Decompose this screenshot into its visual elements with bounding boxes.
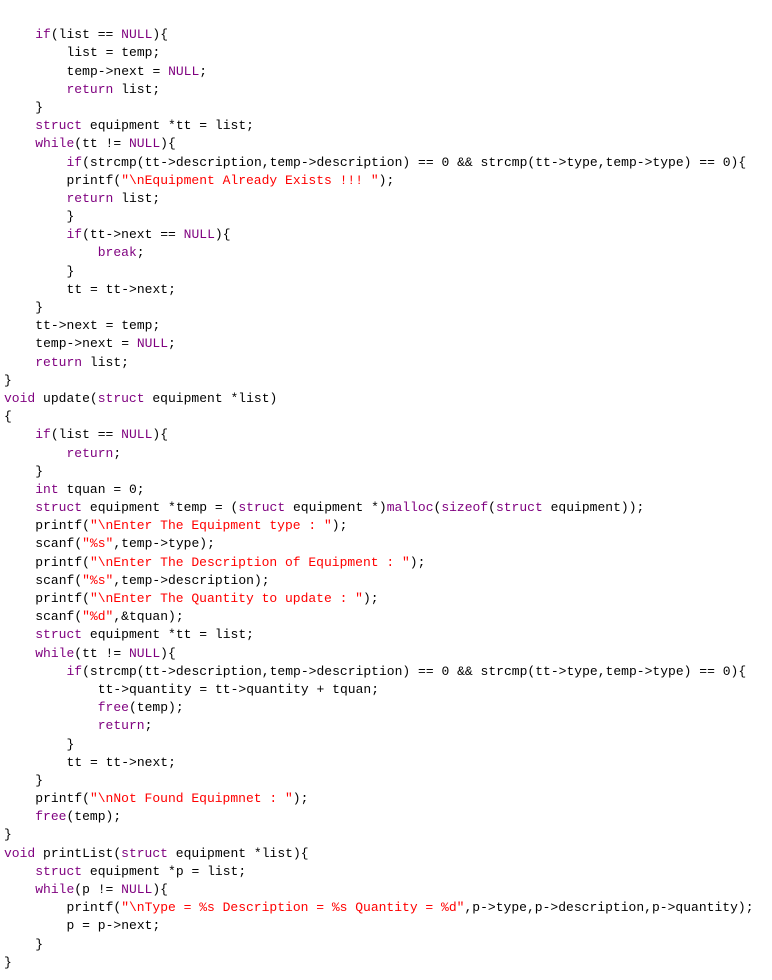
code-line: printf("\nEquipment Already Exists !!! "… xyxy=(4,172,768,190)
code-line: free(temp); xyxy=(4,699,768,717)
code-line: p = p->next; xyxy=(4,917,768,935)
code-line: } xyxy=(4,954,768,972)
code-line: return; xyxy=(4,717,768,735)
code-line: void update(struct equipment *list) xyxy=(4,390,768,408)
code-line: if(tt->next == NULL){ xyxy=(4,226,768,244)
code-line: int tquan = 0; xyxy=(4,481,768,499)
code-line: } xyxy=(4,936,768,954)
code-line: printf("\nNot Found Equipmnet : "); xyxy=(4,790,768,808)
code-line: struct equipment *p = list; xyxy=(4,863,768,881)
code-line: tt->next = temp; xyxy=(4,317,768,335)
code-line: temp->next = NULL; xyxy=(4,335,768,353)
code-line: void printList(struct equipment *list){ xyxy=(4,845,768,863)
code-line: struct equipment *temp = (struct equipme… xyxy=(4,499,768,517)
code-line: } xyxy=(4,208,768,226)
code-line: printf("\nEnter The Equipment type : "); xyxy=(4,517,768,535)
code-line: tt->quantity = tt->quantity + tquan; xyxy=(4,681,768,699)
code-line: if(list == NULL){ xyxy=(4,26,768,44)
code-editor: if(list == NULL){ list = temp; temp->nex… xyxy=(0,0,772,980)
code-line: } xyxy=(4,736,768,754)
code-line: tt = tt->next; xyxy=(4,754,768,772)
code-line: return; xyxy=(4,445,768,463)
code-line: } xyxy=(4,263,768,281)
code-line: if(strcmp(tt->description,temp->descript… xyxy=(4,154,768,172)
code-line: } xyxy=(4,372,768,390)
code-line: } xyxy=(4,299,768,317)
code-line: printf("\nType = %s Description = %s Qua… xyxy=(4,899,768,917)
code-line: printf("\nEnter The Description of Equip… xyxy=(4,554,768,572)
code-line: free(temp); xyxy=(4,808,768,826)
code-line: return list; xyxy=(4,354,768,372)
code-line: scanf("%s",temp->description); xyxy=(4,572,768,590)
code-line: if(list == NULL){ xyxy=(4,426,768,444)
code-line: break; xyxy=(4,244,768,262)
code-line: tt = tt->next; xyxy=(4,281,768,299)
code-line: while(p != NULL){ xyxy=(4,881,768,899)
code-line: { xyxy=(4,408,768,426)
code-line: return list; xyxy=(4,81,768,99)
code-line: } xyxy=(4,772,768,790)
code-line: printf("\nEnter The Quantity to update :… xyxy=(4,590,768,608)
code-line: while(tt != NULL){ xyxy=(4,645,768,663)
code-line: list = temp; xyxy=(4,44,768,62)
code-line: if(strcmp(tt->description,temp->descript… xyxy=(4,663,768,681)
code-line: temp->next = NULL; xyxy=(4,63,768,81)
code-line: } xyxy=(4,826,768,844)
code-line: scanf("%d",&tquan); xyxy=(4,608,768,626)
code-line: while(tt != NULL){ xyxy=(4,135,768,153)
code-line: struct equipment *tt = list; xyxy=(4,117,768,135)
code-line: return list; xyxy=(4,190,768,208)
code-line: scanf("%s",temp->type); xyxy=(4,535,768,553)
code-line: } xyxy=(4,463,768,481)
code-line: } xyxy=(4,99,768,117)
code-line: struct equipment *tt = list; xyxy=(4,626,768,644)
